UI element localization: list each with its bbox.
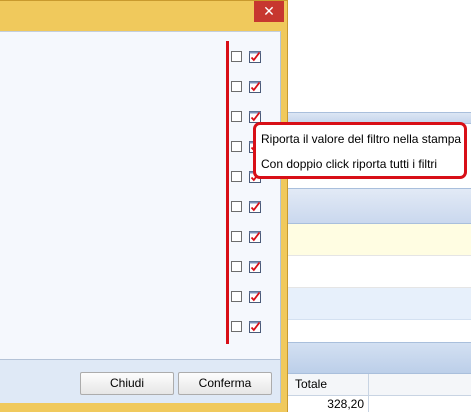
filter-checkbox[interactable] bbox=[231, 321, 242, 332]
tooltip-line-1: Riporta il valore del filtro nella stamp… bbox=[261, 132, 462, 146]
filter-checkbox[interactable] bbox=[231, 141, 242, 152]
highlight-line bbox=[226, 41, 229, 344]
filter-row bbox=[231, 229, 263, 245]
print-filter-icon[interactable] bbox=[248, 79, 262, 94]
print-filter-icon[interactable] bbox=[248, 229, 262, 244]
grid-row[interactable] bbox=[283, 256, 471, 288]
filter-checkbox[interactable] bbox=[231, 231, 242, 242]
print-filter-icon[interactable] bbox=[248, 49, 262, 64]
close-icon: ✕ bbox=[263, 3, 275, 19]
filter-checkbox[interactable] bbox=[231, 201, 242, 212]
print-filter-icon[interactable] bbox=[248, 319, 262, 334]
grid-row[interactable] bbox=[283, 320, 471, 342]
conferma-button[interactable]: Conferma bbox=[178, 372, 272, 395]
filter-row bbox=[231, 289, 263, 305]
filter-checkbox[interactable] bbox=[231, 291, 242, 302]
grid-row-selected[interactable] bbox=[283, 224, 471, 256]
totale-fattura-value: 328,20 bbox=[283, 396, 369, 412]
close-button[interactable]: ✕ bbox=[254, 1, 284, 22]
background-application: Totale Fattura 328,20 bbox=[283, 0, 471, 412]
filter-checkbox[interactable] bbox=[231, 261, 242, 272]
table-row[interactable]: 328,20 bbox=[283, 396, 471, 412]
filter-row bbox=[231, 49, 263, 65]
print-filter-icon[interactable] bbox=[248, 259, 262, 274]
filter-row bbox=[231, 259, 263, 275]
tooltip-line-2: Con doppio click riporta tutti i filtri bbox=[261, 157, 438, 171]
grid-row[interactable] bbox=[283, 288, 471, 320]
print-filter-icon[interactable] bbox=[248, 289, 262, 304]
filter-row bbox=[231, 199, 263, 215]
tooltip: Riporta il valore del filtro nella stamp… bbox=[253, 122, 467, 179]
grid-group-header bbox=[283, 342, 471, 374]
filter-checkbox[interactable] bbox=[231, 81, 242, 92]
filter-row bbox=[231, 79, 263, 95]
section-header bbox=[283, 188, 471, 224]
dialog-footer: Chiudi Conferma bbox=[0, 359, 281, 403]
filter-checkbox[interactable] bbox=[231, 51, 242, 62]
dialog-frame-bottom bbox=[0, 403, 287, 412]
column-header-totale-fattura[interactable]: Totale Fattura bbox=[283, 374, 369, 412]
chiudi-button[interactable]: Chiudi bbox=[80, 372, 174, 395]
grid-column-header: Totale Fattura bbox=[283, 374, 471, 412]
filter-checkbox[interactable] bbox=[231, 111, 242, 122]
filter-row bbox=[231, 319, 263, 335]
filter-checkbox[interactable] bbox=[231, 171, 242, 182]
print-filter-icon[interactable] bbox=[248, 199, 262, 214]
